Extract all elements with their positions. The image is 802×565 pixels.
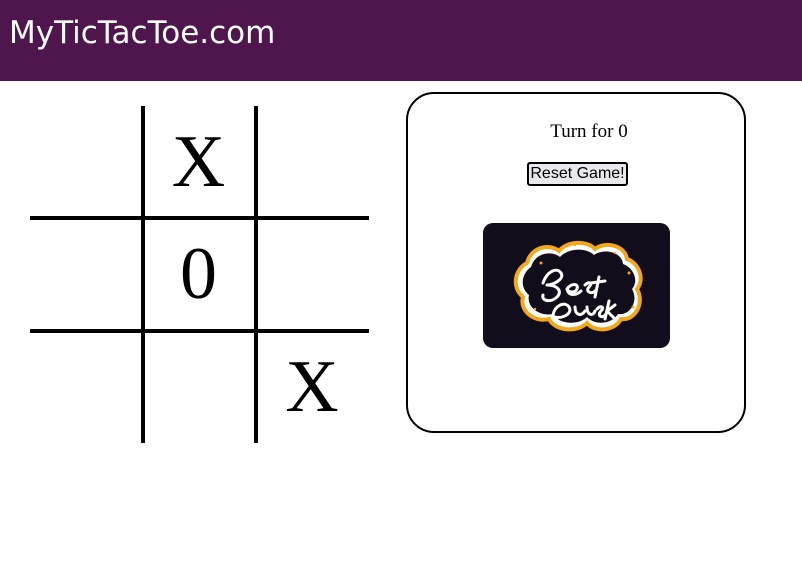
turn-indicator: Turn for 0	[550, 121, 628, 142]
reset-game-button[interactable]: Reset Game!	[527, 162, 628, 186]
board-cell-7[interactable]	[30, 331, 142, 443]
board-cell-8[interactable]	[142, 331, 255, 443]
grid-line-horizontal-top	[30, 216, 369, 220]
grid-line-vertical-left	[141, 106, 145, 443]
game-board: X 0 X	[30, 106, 369, 443]
board-cell-5[interactable]: 0	[142, 218, 255, 331]
game-info-panel: Turn for 0 Reset Game!	[406, 92, 746, 433]
best-of-luck-image	[483, 223, 670, 348]
board-cell-4[interactable]	[30, 218, 142, 331]
site-title: MyTicTacToe.com	[9, 15, 276, 51]
board-cell-1[interactable]	[30, 106, 142, 218]
board-cell-9[interactable]: X	[255, 331, 369, 443]
grid-line-horizontal-bottom	[30, 329, 369, 333]
board-cell-3[interactable]	[255, 106, 369, 218]
best-of-luck-lettering-icon	[513, 240, 643, 332]
board-cell-6[interactable]	[255, 218, 369, 331]
grid-line-vertical-right	[254, 106, 258, 443]
board-cell-2[interactable]: X	[142, 106, 255, 218]
header-bar: MyTicTacToe.com	[0, 0, 802, 81]
